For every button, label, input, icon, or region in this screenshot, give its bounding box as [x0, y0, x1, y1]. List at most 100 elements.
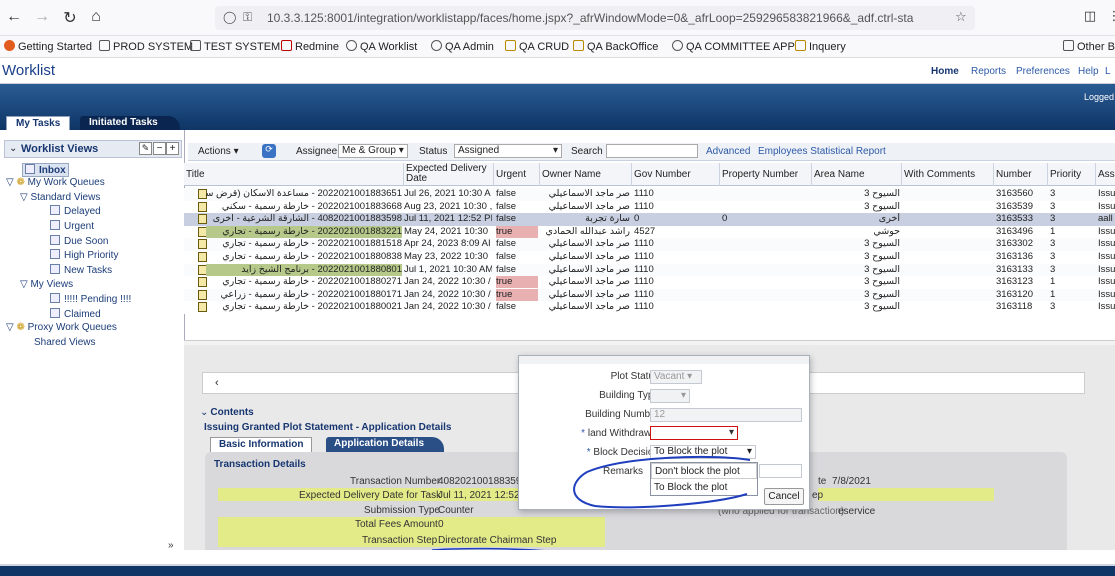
- table-row[interactable]: 2022021001880021 - خارطة رسمية - تجاري Ja…: [184, 301, 1115, 314]
- remove-icon[interactable]: −: [153, 142, 166, 155]
- advanced-link[interactable]: Advanced: [706, 146, 750, 157]
- bookmark-getting-started[interactable]: Getting Started: [4, 40, 92, 53]
- cell-number: 3163136: [996, 251, 1033, 262]
- remarks-field[interactable]: [759, 464, 802, 478]
- view-icon: [50, 249, 60, 259]
- cell-priority: 1: [1050, 288, 1056, 300]
- actions-menu[interactable]: Actions ▾: [198, 146, 239, 157]
- cell-priority: 3: [1050, 238, 1056, 250]
- tree-item-claimed[interactable]: Claimed: [50, 308, 101, 320]
- bookmark-inquery[interactable]: Inquery: [795, 40, 846, 53]
- cell-area: السيوح 3: [864, 263, 900, 275]
- building-type-select[interactable]: ▾: [650, 389, 690, 403]
- col-expected-delivery[interactable]: Expected Delivery Date: [404, 163, 494, 186]
- col-title[interactable]: Title: [184, 163, 404, 186]
- tree-item-my-work-queues[interactable]: ▽ ❁ My Work Queues: [6, 177, 105, 188]
- tree-item-inbox[interactable]: Inbox: [22, 163, 69, 177]
- cell-owner: صر ماجد الاسماعيلي: [548, 238, 630, 250]
- bookmark-redmine[interactable]: Redmine: [281, 40, 339, 53]
- status-select[interactable]: Assigned ▾: [454, 144, 562, 158]
- cell-gov: 0: [634, 213, 640, 225]
- table-row[interactable]: 2022021001883668 - خارطة رسمية - سكني Aug…: [184, 200, 1115, 214]
- collapse-icon[interactable]: ⌄: [9, 143, 17, 154]
- refresh-icon[interactable]: ⟳: [262, 144, 276, 158]
- col-with-comments[interactable]: With Comments: [902, 163, 994, 186]
- bookmark-test-system[interactable]: TEST SYSTEM: [190, 40, 280, 53]
- table-row[interactable]: 2022021001883221 - خارطة رسمية - تجاري Ma…: [184, 225, 1115, 239]
- edit-icon[interactable]: ✎: [139, 142, 152, 155]
- tab-basic-information[interactable]: Basic Information: [210, 437, 313, 452]
- col-area-name[interactable]: Area Name: [812, 163, 902, 186]
- home-icon[interactable]: ⌂: [86, 8, 106, 26]
- star-icon[interactable]: ☆: [955, 9, 967, 25]
- table-row[interactable]: 2022021001883651 - مساعدة الاسكان (قرض س…: [184, 188, 1115, 201]
- col-assignee[interactable]: Assi: [1096, 163, 1115, 186]
- bookmark-qa-crud[interactable]: QA CRUD: [505, 40, 569, 53]
- cell-prop: 0: [722, 213, 728, 225]
- tree-item-high-priority[interactable]: High Priority: [50, 249, 118, 261]
- worklist-views-header: ⌄ Worklist Views ✎ − +: [4, 140, 182, 158]
- search-input[interactable]: [606, 144, 698, 158]
- table-row[interactable]: 2022021001880271 - خارطة رسمية - تجاري Ja…: [184, 276, 1115, 289]
- tree-item-proxy-work-queues[interactable]: ▽ ❁ Proxy Work Queues: [6, 322, 117, 333]
- tree-item-delayed[interactable]: Delayed: [50, 205, 101, 217]
- bookmark-qa-committee[interactable]: QA COMMITTEE APP: [672, 40, 795, 53]
- tree-item-new-tasks[interactable]: New Tasks: [50, 264, 112, 276]
- cell-number: 3163496: [996, 225, 1033, 237]
- building-number-field[interactable]: 12: [650, 408, 802, 422]
- field-expected-delivery-value: Jul 11, 2021 12:52: [438, 490, 520, 501]
- col-property-number[interactable]: Property Number: [720, 163, 812, 186]
- url-bar[interactable]: ◯ ⚿ 10.3.3.125:8001/integration/worklist…: [215, 6, 975, 30]
- home-link[interactable]: Home: [931, 66, 959, 77]
- bookmark-qa-admin[interactable]: QA Admin: [431, 40, 494, 53]
- bookmark-prod-system[interactable]: PROD SYSTEM: [99, 40, 193, 53]
- col-gov-number[interactable]: Gov Number: [632, 163, 720, 186]
- plot-status-select[interactable]: Vacant ▾: [650, 370, 702, 384]
- cancel-button[interactable]: Cancel: [764, 488, 804, 505]
- col-owner-name[interactable]: Owner Name: [540, 163, 632, 186]
- tree-item-due-soon[interactable]: Due Soon: [50, 235, 108, 247]
- cell-title: 2022021001880801 - برنامج الشيخ زايد: [206, 263, 402, 276]
- bookmark-qa-backoffice[interactable]: QA BackOffice: [573, 40, 658, 53]
- pocket-icon[interactable]: ◫: [1080, 8, 1100, 24]
- contents-toggle[interactable]: ⌄ Contents: [200, 407, 254, 418]
- cell-prop: [722, 301, 810, 313]
- reports-link[interactable]: Reports: [971, 66, 1006, 77]
- cell-assi: Issu: [1098, 288, 1115, 300]
- col-priority[interactable]: Priority: [1048, 163, 1096, 186]
- help-link[interactable]: Help: [1078, 66, 1099, 77]
- preferences-link[interactable]: Preferences: [1016, 66, 1070, 77]
- cell-priority: 1: [1050, 225, 1056, 237]
- back-icon[interactable]: ←: [4, 8, 24, 26]
- table-row[interactable]: 2022021001880171 - خارطة رسمية - زراعي Ja…: [184, 288, 1115, 302]
- table-row[interactable]: 2022021001880838 - خارطة رسمية - تجاري Ma…: [184, 251, 1115, 264]
- tree-item-standard-views[interactable]: ▽ Standard Views: [20, 192, 100, 203]
- tree-item-shared-views[interactable]: Shared Views: [34, 337, 96, 348]
- add-icon[interactable]: +: [166, 142, 179, 155]
- table-toolbar: Actions ▾ ⟳ Assignee Me & Group ▾ Status…: [188, 143, 1115, 161]
- cell-title: 2022021001883668 - خارطة رسمية - سكني: [221, 200, 402, 212]
- tree-item-my-views[interactable]: ▽ My Views: [20, 279, 73, 290]
- tree-item-urgent[interactable]: Urgent: [50, 220, 94, 232]
- cell-prop: [722, 226, 810, 238]
- employees-report-link[interactable]: Employees Statistical Report: [758, 146, 886, 157]
- extensions-icon[interactable]: ⋮: [1104, 8, 1115, 24]
- col-number[interactable]: Number: [994, 163, 1048, 186]
- table-row[interactable]: 4082021001883598 - الشارقة الشرعية - اخر…: [184, 213, 1115, 226]
- tab-initiated-tasks[interactable]: Initiated Tasks: [80, 116, 180, 130]
- bookmark-other[interactable]: Other B: [1063, 40, 1115, 53]
- tree-item-pending[interactable]: !!!!! Pending !!!!: [50, 293, 131, 305]
- logout-link[interactable]: L: [1105, 66, 1111, 77]
- assignee-select[interactable]: Me & Group ▾: [338, 144, 408, 158]
- table-row[interactable]: 2022021001881518 - خارطة رسمية - تجاري Ap…: [184, 238, 1115, 251]
- reload-icon[interactable]: ↻: [60, 8, 80, 28]
- tab-application-details[interactable]: Application Details: [326, 437, 445, 452]
- forward-icon[interactable]: →: [32, 8, 52, 26]
- col-urgent[interactable]: Urgent: [494, 163, 540, 186]
- worklist-views-title: Worklist Views: [21, 143, 99, 155]
- annotation-scribble: [573, 455, 751, 509]
- tab-my-tasks[interactable]: My Tasks: [6, 116, 71, 130]
- bookmark-qa-worklist[interactable]: QA Worklist: [346, 40, 417, 53]
- land-withdrawal-select[interactable]: ▾: [650, 426, 738, 440]
- table-row[interactable]: 2022021001880801 - برنامج الشيخ زايد Jul …: [184, 263, 1115, 277]
